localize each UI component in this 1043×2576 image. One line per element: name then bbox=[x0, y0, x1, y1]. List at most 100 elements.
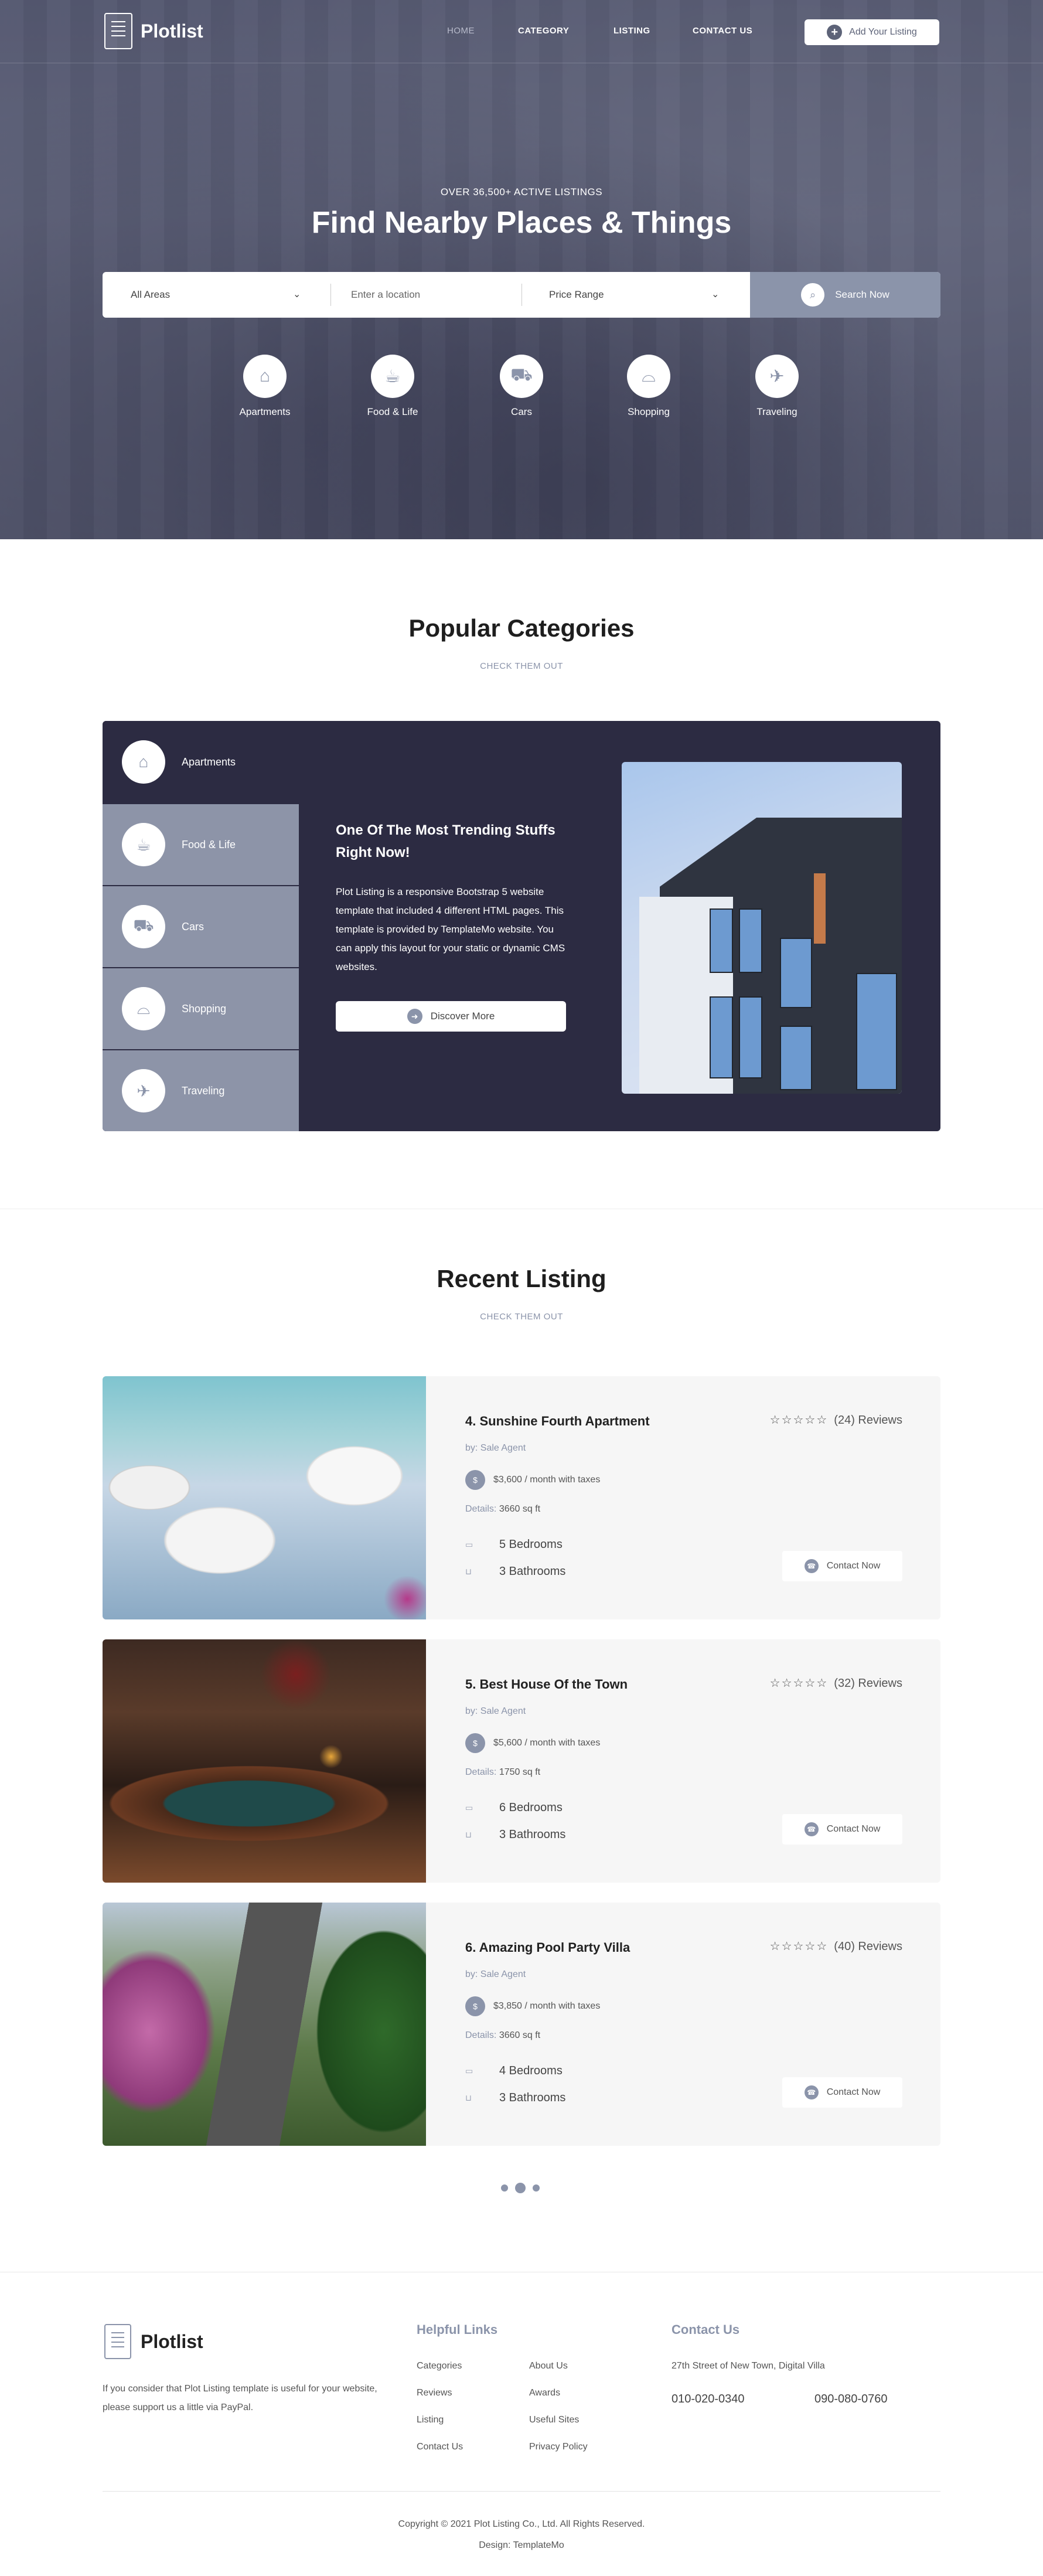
listing-agent: by: Sale Agent bbox=[465, 1969, 526, 1979]
bed-icon: ▭ bbox=[465, 1803, 473, 1812]
footer-link-contact-us[interactable]: Contact Us bbox=[417, 2442, 463, 2452]
phone-icon: ☎ bbox=[804, 1559, 819, 1573]
area-select[interactable]: All Areas bbox=[131, 272, 306, 318]
logo[interactable]: Plotlist bbox=[104, 13, 203, 49]
listing-price: $ $3,600 / month with taxes bbox=[465, 1470, 600, 1490]
bath-icon: ⊔ bbox=[465, 2093, 472, 2102]
search-bar: All Areas ⌄ Enter a location Price Range… bbox=[103, 272, 940, 318]
contact-now-button[interactable]: ☎ Contact Now bbox=[782, 1814, 902, 1845]
footer-link-useful-sites[interactable]: Useful Sites bbox=[529, 2415, 579, 2425]
listing-title[interactable]: 4. Sunshine Fourth Apartment bbox=[465, 1414, 650, 1429]
discover-more-button[interactable]: ➜ Discover More bbox=[336, 1001, 566, 1032]
listing-card: 6. Amazing Pool Party Villa ☆☆☆☆☆ (40) Re… bbox=[103, 1903, 940, 2146]
home-icon: ⌂ bbox=[243, 355, 287, 398]
footer-link-about-us[interactable]: About Us bbox=[529, 2361, 568, 2371]
footer-description: If you consider that Plot Listing templa… bbox=[103, 2384, 377, 2412]
chevron-down-icon: ⌄ bbox=[293, 290, 301, 300]
plus-icon: + bbox=[827, 25, 843, 40]
listing-title[interactable]: 5. Best House Of the Town bbox=[465, 1677, 628, 1692]
popular-title: Popular Categories bbox=[408, 614, 635, 642]
listing-image-road bbox=[103, 1903, 426, 2146]
popular-categories-panel: ⌂ Apartments ☕ Food & Life ⛟ Cars ⌓ Shop… bbox=[103, 721, 940, 1131]
bath-icon: ⊔ bbox=[465, 1567, 472, 1576]
location-input[interactable]: Enter a location bbox=[351, 272, 515, 318]
dollar-icon: $ bbox=[465, 1733, 485, 1753]
carousel-dot-active[interactable] bbox=[515, 2183, 526, 2193]
bed-icon: ▭ bbox=[465, 2066, 473, 2075]
tab-traveling[interactable]: ✈ Traveling bbox=[103, 1049, 299, 1131]
contact-now-button[interactable]: ☎ Contact Now bbox=[782, 1551, 902, 1581]
tab-shopping[interactable]: ⌓ Shopping bbox=[103, 967, 299, 1049]
nav-listing[interactable]: LISTING bbox=[613, 26, 650, 36]
category-cars[interactable]: ⛟ Cars bbox=[480, 355, 563, 418]
listing-agent: by: Sale Agent bbox=[465, 1443, 526, 1453]
footer-link-reviews[interactable]: Reviews bbox=[417, 2388, 452, 2398]
tab-apartments[interactable]: ⌂ Apartments bbox=[103, 721, 299, 803]
bed-icon: ▭ bbox=[465, 1540, 473, 1549]
contact-now-button[interactable]: ☎ Contact Now bbox=[782, 2077, 902, 2108]
copyright: Copyright © 2021 Plot Listing Co., Ltd. … bbox=[398, 2519, 645, 2529]
listing-bedrooms: ▭ 4 Bedrooms bbox=[465, 2064, 563, 2077]
hero-title: Find Nearby Places & Things bbox=[311, 206, 732, 240]
nav-contact-us[interactable]: CONTACT US bbox=[693, 26, 752, 36]
hero-subtitle: OVER 36,500+ ACTIVE LISTINGS bbox=[440, 186, 603, 198]
travel-icon: ✈ bbox=[122, 1069, 165, 1112]
listing-title: Recent Listing bbox=[437, 1265, 606, 1292]
category-traveling[interactable]: ✈ Traveling bbox=[736, 355, 818, 418]
search-icon: ⌕ bbox=[801, 283, 825, 307]
listing-subtitle: CHECK THEM OUT bbox=[480, 1312, 563, 1322]
food-icon: ☕ bbox=[122, 823, 165, 866]
chevron-down-icon: ⌄ bbox=[711, 290, 720, 300]
add-listing-button[interactable]: + Add Your Listing bbox=[805, 19, 939, 45]
footer-link-listing[interactable]: Listing bbox=[417, 2415, 444, 2425]
phone-icon: ☎ bbox=[804, 2085, 819, 2099]
footer-logo-text: Plotlist bbox=[141, 2330, 203, 2352]
listing-details: Details: 1750 sq ft bbox=[465, 1767, 541, 1777]
footer-logo[interactable]: Plotlist bbox=[104, 2324, 203, 2359]
footer-link-privacy-policy[interactable]: Privacy Policy bbox=[529, 2442, 588, 2452]
nav-category[interactable]: CATEGORY bbox=[518, 26, 569, 36]
footer-address: 27th Street of New Town, Digital Villa bbox=[672, 2361, 825, 2371]
listing-image-food bbox=[103, 1376, 426, 1619]
popular-text: Plot Listing is a responsive Bootstrap 5… bbox=[336, 886, 565, 972]
travel-icon: ✈ bbox=[755, 355, 799, 398]
building-image bbox=[622, 762, 902, 1094]
carousel-dot[interactable] bbox=[533, 2184, 540, 2192]
category-food-life[interactable]: ☕ Food & Life bbox=[352, 355, 434, 418]
nav-home[interactable]: HOME bbox=[447, 26, 475, 36]
tab-food-life[interactable]: ☕ Food & Life bbox=[103, 803, 299, 885]
popular-heading: One Of The Most Trending Stuffs Right No… bbox=[336, 822, 555, 860]
category-apartments[interactable]: ⌂ Apartments bbox=[224, 355, 306, 418]
dollar-icon: $ bbox=[465, 1470, 485, 1490]
design-credit: Design: TemplateMo bbox=[479, 2540, 564, 2550]
footer-phone-1[interactable]: 010-020-0340 bbox=[672, 2393, 745, 2406]
helpful-links-title: Helpful Links bbox=[417, 2322, 498, 2337]
footer-link-categories[interactable]: Categories bbox=[417, 2361, 462, 2371]
footer-phone-2[interactable]: 090-080-0760 bbox=[814, 2393, 888, 2406]
bath-icon: ⊔ bbox=[465, 1830, 472, 1839]
car-icon: ⛟ bbox=[122, 905, 165, 948]
rating-stars: ☆☆☆☆☆ (24) Reviews bbox=[769, 1414, 902, 1427]
search-now-button[interactable]: ⌕ Search Now bbox=[750, 272, 940, 318]
dollar-icon: $ bbox=[465, 1996, 485, 2016]
listing-details: Details: 3660 sq ft bbox=[465, 2030, 541, 2040]
add-listing-label: Add Your Listing bbox=[849, 27, 917, 37]
carousel-dot[interactable] bbox=[501, 2184, 508, 2192]
hero-section: Plotlist HOME CATEGORY LISTING CONTACT U… bbox=[0, 0, 1043, 539]
arrow-icon: ➜ bbox=[407, 1009, 422, 1024]
listing-card: 5. Best House Of the Town ☆☆☆☆☆ (32) Revi… bbox=[103, 1639, 940, 1883]
listing-bedrooms: ▭ 5 Bedrooms bbox=[465, 1538, 563, 1551]
top-navigation: Plotlist HOME CATEGORY LISTING CONTACT U… bbox=[0, 0, 1043, 63]
listing-bedrooms: ▭ 6 Bedrooms bbox=[465, 1801, 563, 1814]
rating-stars: ☆☆☆☆☆ (40) Reviews bbox=[769, 1940, 902, 1953]
category-shopping[interactable]: ⌓ Shopping bbox=[608, 355, 690, 418]
logo-text: Plotlist bbox=[141, 20, 203, 42]
listing-title[interactable]: 6. Amazing Pool Party Villa bbox=[465, 1940, 630, 1955]
phone-icon: ☎ bbox=[804, 1822, 819, 1836]
listing-image-restaurant bbox=[103, 1639, 426, 1883]
price-range-select[interactable]: Price Range bbox=[549, 272, 725, 318]
listing-bathrooms: ⊔ 3 Bathrooms bbox=[465, 1565, 566, 1578]
carousel-dots bbox=[501, 2183, 540, 2193]
tab-cars[interactable]: ⛟ Cars bbox=[103, 885, 299, 967]
footer-link-awards[interactable]: Awards bbox=[529, 2388, 560, 2398]
